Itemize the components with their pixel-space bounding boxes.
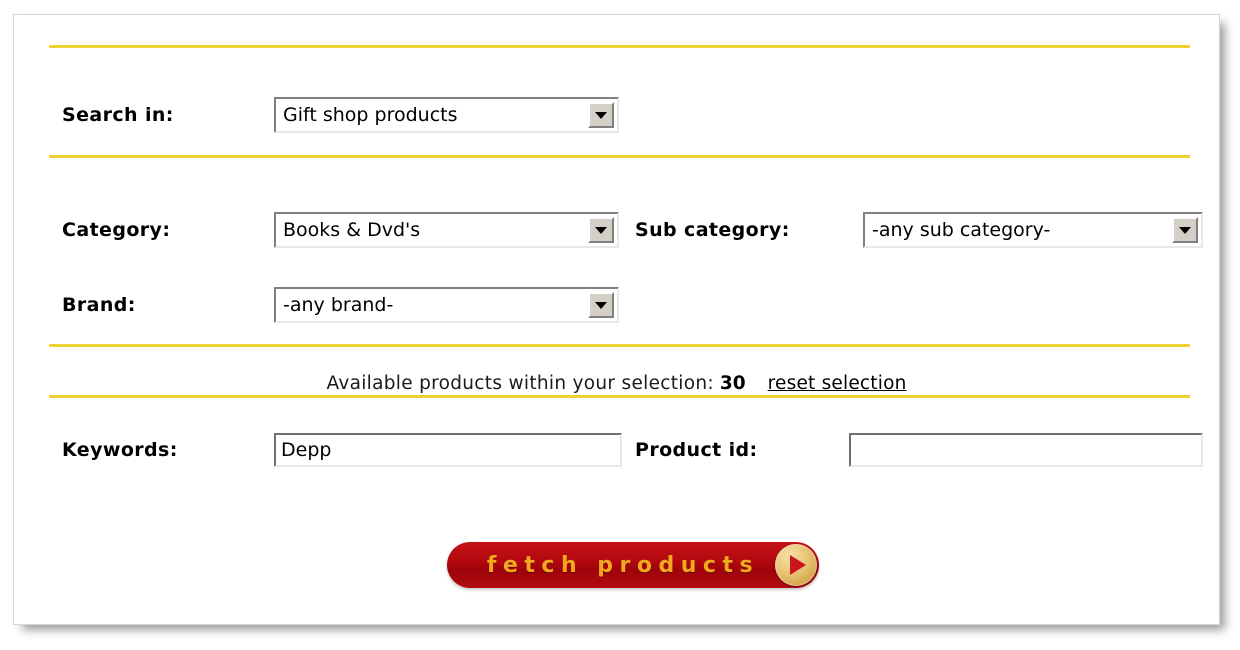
fetch-products-button[interactable]: fetch products	[447, 542, 819, 588]
product-id-input[interactable]	[851, 435, 1201, 465]
play-triangle-icon	[775, 544, 817, 586]
reset-selection-link[interactable]: reset selection	[768, 373, 907, 394]
category-row: Category: Books & Dvd's	[62, 212, 619, 248]
brand-label: Brand:	[62, 294, 136, 316]
availability-text: Available products within your selection…	[326, 373, 714, 394]
product-id-field-wrap[interactable]	[849, 433, 1203, 467]
brand-select[interactable]: -any brand-	[274, 287, 619, 323]
keywords-input[interactable]	[276, 435, 620, 465]
sub-category-label: Sub category:	[635, 219, 790, 241]
availability-row: Available products within your selection…	[14, 373, 1219, 394]
availability-count: 30	[719, 373, 746, 394]
category-select[interactable]: Books & Dvd's	[274, 212, 619, 248]
brand-row: Brand: -any brand-	[62, 287, 619, 323]
chevron-down-icon[interactable]	[588, 102, 614, 128]
sub-category-selected-value: -any sub category-	[872, 219, 1051, 241]
sub-category-row: Sub category: -any sub category-	[635, 212, 1203, 248]
chevron-down-icon[interactable]	[588, 292, 614, 318]
chevron-down-icon[interactable]	[1172, 217, 1198, 243]
search-in-selected-value: Gift shop products	[283, 104, 458, 126]
category-selected-value: Books & Dvd's	[283, 219, 421, 241]
search-in-row: Search in: Gift shop products	[62, 97, 619, 133]
divider-top	[49, 45, 1190, 48]
chevron-down-icon[interactable]	[588, 217, 614, 243]
divider-search-in	[49, 155, 1190, 158]
search-form-panel: Search in: Gift shop products Category: …	[13, 14, 1220, 625]
brand-selected-value: -any brand-	[283, 294, 394, 316]
search-in-select[interactable]: Gift shop products	[274, 97, 619, 133]
fetch-products-label: fetch products	[486, 552, 760, 578]
product-id-label: Product id:	[635, 439, 758, 461]
category-label: Category:	[62, 219, 171, 241]
keywords-label: Keywords:	[62, 439, 178, 461]
divider-availability	[49, 395, 1190, 398]
sub-category-select[interactable]: -any sub category-	[863, 212, 1203, 248]
keywords-field-wrap[interactable]	[274, 433, 622, 467]
product-id-row: Product id:	[635, 433, 1203, 467]
divider-filters	[49, 344, 1190, 347]
keywords-row: Keywords:	[62, 433, 622, 467]
fetch-button-container: fetch products	[429, 531, 829, 599]
search-in-label: Search in:	[62, 104, 174, 126]
